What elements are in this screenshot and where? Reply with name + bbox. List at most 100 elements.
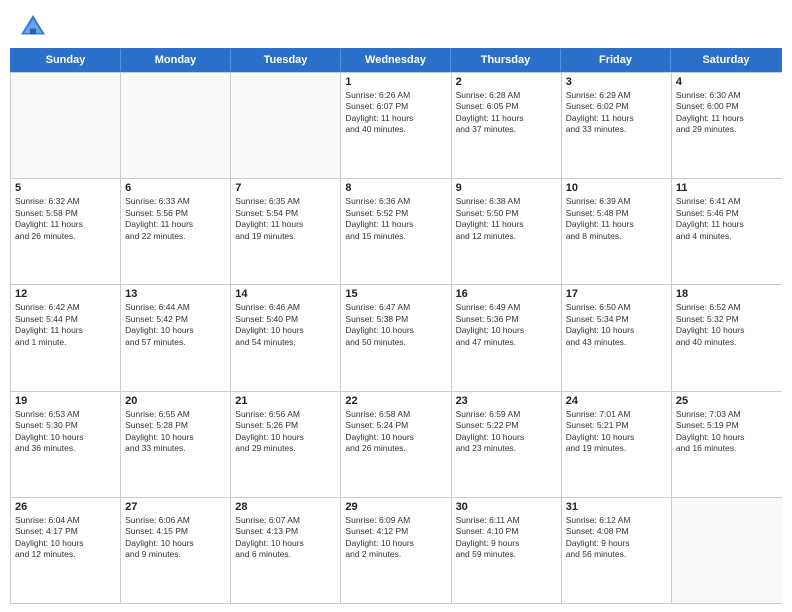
day-of-week-monday: Monday <box>121 49 231 71</box>
day-info: Sunrise: 6:30 AM Sunset: 6:00 PM Dayligh… <box>676 90 778 136</box>
day-number: 14 <box>235 288 336 300</box>
day-info: Sunrise: 6:26 AM Sunset: 6:07 PM Dayligh… <box>345 90 446 136</box>
day-info: Sunrise: 6:04 AM Sunset: 4:17 PM Dayligh… <box>15 515 116 561</box>
logo <box>18 12 52 42</box>
day-info: Sunrise: 6:32 AM Sunset: 5:58 PM Dayligh… <box>15 196 116 242</box>
day-cell-8: 8 Sunrise: 6:36 AM Sunset: 5:52 PM Daylig… <box>341 179 451 284</box>
day-info: Sunrise: 6:11 AM Sunset: 4:10 PM Dayligh… <box>456 515 557 561</box>
day-info: Sunrise: 6:29 AM Sunset: 6:02 PM Dayligh… <box>566 90 667 136</box>
day-number: 11 <box>676 182 778 194</box>
day-info: Sunrise: 6:56 AM Sunset: 5:26 PM Dayligh… <box>235 409 336 455</box>
day-cell-24: 24 Sunrise: 7:01 AM Sunset: 5:21 PM Dayli… <box>562 392 672 497</box>
day-of-week-sunday: Sunday <box>11 49 121 71</box>
day-number: 10 <box>566 182 667 194</box>
day-number: 18 <box>676 288 778 300</box>
day-info: Sunrise: 6:58 AM Sunset: 5:24 PM Dayligh… <box>345 409 446 455</box>
day-number: 24 <box>566 395 667 407</box>
day-number: 7 <box>235 182 336 194</box>
calendar-body: 1 Sunrise: 6:26 AM Sunset: 6:07 PM Daylig… <box>10 72 782 604</box>
day-number: 1 <box>345 76 446 88</box>
day-number: 27 <box>125 501 226 513</box>
day-cell-28: 28 Sunrise: 6:07 AM Sunset: 4:13 PM Dayli… <box>231 498 341 603</box>
day-info: Sunrise: 6:07 AM Sunset: 4:13 PM Dayligh… <box>235 515 336 561</box>
day-number: 4 <box>676 76 778 88</box>
day-info: Sunrise: 7:03 AM Sunset: 5:19 PM Dayligh… <box>676 409 778 455</box>
day-number: 16 <box>456 288 557 300</box>
day-number: 8 <box>345 182 446 194</box>
empty-cell <box>121 73 231 178</box>
calendar-header: SundayMondayTuesdayWednesdayThursdayFrid… <box>10 48 782 72</box>
day-number: 17 <box>566 288 667 300</box>
day-number: 29 <box>345 501 446 513</box>
day-info: Sunrise: 6:52 AM Sunset: 5:32 PM Dayligh… <box>676 302 778 348</box>
day-number: 23 <box>456 395 557 407</box>
empty-cell <box>231 73 341 178</box>
day-info: Sunrise: 6:42 AM Sunset: 5:44 PM Dayligh… <box>15 302 116 348</box>
day-info: Sunrise: 6:35 AM Sunset: 5:54 PM Dayligh… <box>235 196 336 242</box>
day-number: 22 <box>345 395 446 407</box>
calendar-week-4: 19Sunrise: 6:53 AM Sunset: 5:30 PM Dayli… <box>11 391 782 497</box>
day-number: 20 <box>125 395 226 407</box>
day-number: 25 <box>676 395 778 407</box>
day-number: 12 <box>15 288 116 300</box>
day-number: 31 <box>566 501 667 513</box>
day-number: 6 <box>125 182 226 194</box>
day-cell-30: 30 Sunrise: 6:11 AM Sunset: 4:10 PM Dayli… <box>452 498 562 603</box>
day-of-week-wednesday: Wednesday <box>341 49 451 71</box>
day-cell-4: 4 Sunrise: 6:30 AM Sunset: 6:00 PM Daylig… <box>672 73 782 178</box>
day-number: 2 <box>456 76 557 88</box>
empty-cell <box>11 73 121 178</box>
day-cell-21: 21Sunrise: 6:56 AM Sunset: 5:26 PM Dayli… <box>231 392 341 497</box>
day-info: Sunrise: 6:41 AM Sunset: 5:46 PM Dayligh… <box>676 196 778 242</box>
logo-icon <box>18 12 48 42</box>
day-cell-14: 14 Sunrise: 6:46 AM Sunset: 5:40 PM Dayli… <box>231 285 341 390</box>
day-info: Sunrise: 6:46 AM Sunset: 5:40 PM Dayligh… <box>235 302 336 348</box>
day-info: Sunrise: 7:01 AM Sunset: 5:21 PM Dayligh… <box>566 409 667 455</box>
day-number: 3 <box>566 76 667 88</box>
day-cell-22: 22 Sunrise: 6:58 AM Sunset: 5:24 PM Dayli… <box>341 392 451 497</box>
calendar-week-5: 26Sunrise: 6:04 AM Sunset: 4:17 PM Dayli… <box>11 497 782 603</box>
day-cell-27: 27 Sunrise: 6:06 AM Sunset: 4:15 PM Dayli… <box>121 498 231 603</box>
calendar-week-1: 1 Sunrise: 6:26 AM Sunset: 6:07 PM Daylig… <box>11 72 782 178</box>
day-info: Sunrise: 6:55 AM Sunset: 5:28 PM Dayligh… <box>125 409 226 455</box>
day-info: Sunrise: 6:12 AM Sunset: 4:08 PM Dayligh… <box>566 515 667 561</box>
day-cell-31: 31 Sunrise: 6:12 AM Sunset: 4:08 PM Dayli… <box>562 498 672 603</box>
calendar-week-2: 5 Sunrise: 6:32 AM Sunset: 5:58 PM Daylig… <box>11 178 782 284</box>
day-info: Sunrise: 6:49 AM Sunset: 5:36 PM Dayligh… <box>456 302 557 348</box>
day-info: Sunrise: 6:28 AM Sunset: 6:05 PM Dayligh… <box>456 90 557 136</box>
day-info: Sunrise: 6:36 AM Sunset: 5:52 PM Dayligh… <box>345 196 446 242</box>
day-of-week-tuesday: Tuesday <box>231 49 341 71</box>
day-cell-12: 12 Sunrise: 6:42 AM Sunset: 5:44 PM Dayli… <box>11 285 121 390</box>
day-number: 15 <box>345 288 446 300</box>
day-number: 19 <box>15 395 116 407</box>
day-cell-2: 2 Sunrise: 6:28 AM Sunset: 6:05 PM Daylig… <box>452 73 562 178</box>
day-number: 5 <box>15 182 116 194</box>
day-number: 28 <box>235 501 336 513</box>
day-cell-5: 5 Sunrise: 6:32 AM Sunset: 5:58 PM Daylig… <box>11 179 121 284</box>
day-cell-13: 13Sunrise: 6:44 AM Sunset: 5:42 PM Dayli… <box>121 285 231 390</box>
day-info: Sunrise: 6:39 AM Sunset: 5:48 PM Dayligh… <box>566 196 667 242</box>
day-cell-9: 9 Sunrise: 6:38 AM Sunset: 5:50 PM Daylig… <box>452 179 562 284</box>
day-of-week-thursday: Thursday <box>451 49 561 71</box>
day-info: Sunrise: 6:38 AM Sunset: 5:50 PM Dayligh… <box>456 196 557 242</box>
calendar: SundayMondayTuesdayWednesdayThursdayFrid… <box>0 48 792 612</box>
day-cell-26: 26Sunrise: 6:04 AM Sunset: 4:17 PM Dayli… <box>11 498 121 603</box>
empty-cell <box>672 498 782 603</box>
day-cell-29: 29Sunrise: 6:09 AM Sunset: 4:12 PM Dayli… <box>341 498 451 603</box>
day-cell-20: 20 Sunrise: 6:55 AM Sunset: 5:28 PM Dayli… <box>121 392 231 497</box>
day-info: Sunrise: 6:06 AM Sunset: 4:15 PM Dayligh… <box>125 515 226 561</box>
day-cell-15: 15 Sunrise: 6:47 AM Sunset: 5:38 PM Dayli… <box>341 285 451 390</box>
day-cell-17: 17 Sunrise: 6:50 AM Sunset: 5:34 PM Dayli… <box>562 285 672 390</box>
day-cell-16: 16 Sunrise: 6:49 AM Sunset: 5:36 PM Dayli… <box>452 285 562 390</box>
day-cell-3: 3 Sunrise: 6:29 AM Sunset: 6:02 PM Daylig… <box>562 73 672 178</box>
day-of-week-friday: Friday <box>561 49 671 71</box>
day-number: 13 <box>125 288 226 300</box>
page: SundayMondayTuesdayWednesdayThursdayFrid… <box>0 0 792 612</box>
day-cell-10: 10 Sunrise: 6:39 AM Sunset: 5:48 PM Dayli… <box>562 179 672 284</box>
day-number: 9 <box>456 182 557 194</box>
day-info: Sunrise: 6:50 AM Sunset: 5:34 PM Dayligh… <box>566 302 667 348</box>
day-info: Sunrise: 6:47 AM Sunset: 5:38 PM Dayligh… <box>345 302 446 348</box>
header <box>0 0 792 48</box>
day-info: Sunrise: 6:33 AM Sunset: 5:56 PM Dayligh… <box>125 196 226 242</box>
day-number: 30 <box>456 501 557 513</box>
